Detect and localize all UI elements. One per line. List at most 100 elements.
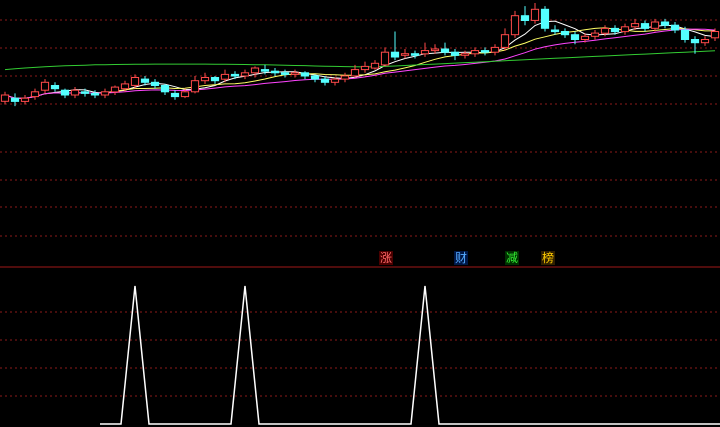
- chart-canvas: [0, 3, 720, 425]
- candle-body-up: [340, 75, 350, 80]
- candle: [470, 47, 480, 57]
- candle: [20, 94, 30, 105]
- candle: [210, 75, 220, 84]
- moving-average-60: [4, 50, 716, 71]
- candle-body-down: [660, 21, 670, 26]
- candle-body-up: [180, 91, 190, 98]
- candle: [310, 74, 320, 83]
- candle: [650, 18, 660, 32]
- candle: [490, 44, 500, 56]
- candle: [60, 88, 70, 99]
- candle-body-down: [480, 50, 490, 53]
- candle-body-up: [70, 89, 80, 96]
- candle-body-up: [40, 81, 50, 91]
- candle: [620, 23, 630, 35]
- candle-body-down: [270, 70, 280, 74]
- candle: [440, 42, 450, 56]
- candle: [70, 87, 80, 99]
- candlestick-series: [0, 3, 720, 107]
- candle-body-down: [570, 34, 580, 41]
- candle-body-down: [140, 78, 150, 83]
- candle: [270, 68, 280, 76]
- candle-body-down: [690, 39, 700, 44]
- stock-chart-window: 涨 财 减 榜: [0, 0, 720, 427]
- candle-body-down: [440, 48, 450, 53]
- candle-body-up: [500, 34, 510, 48]
- candle-body-up: [630, 23, 640, 28]
- candle: [560, 28, 570, 38]
- candle: [50, 82, 60, 92]
- candle-body-down: [50, 85, 60, 90]
- candle: [10, 93, 20, 107]
- candle: [660, 18, 670, 29]
- candle-body-up: [100, 91, 110, 96]
- candle: [370, 60, 380, 70]
- candle-body-up: [620, 26, 630, 33]
- candle-body-up: [130, 77, 140, 86]
- candle-body-down: [210, 77, 220, 82]
- candle: [170, 90, 180, 100]
- candle-body-up: [430, 48, 440, 52]
- indicator-line: [100, 285, 720, 425]
- candle: [540, 6, 550, 32]
- candle-body-down: [310, 75, 320, 80]
- candle-body-down: [540, 8, 550, 29]
- candle: [500, 28, 510, 51]
- candle-body-down: [10, 97, 20, 102]
- candle-body-down: [150, 81, 160, 87]
- candle-body-up: [250, 67, 260, 74]
- candle: [280, 69, 290, 78]
- candle-body-down: [640, 23, 650, 29]
- candle-body-up: [470, 50, 480, 55]
- candle-body-down: [80, 91, 90, 94]
- candle-body-up: [510, 15, 520, 36]
- candle-body-up: [530, 8, 540, 21]
- candle-body-up: [490, 46, 500, 53]
- candle: [200, 72, 210, 84]
- candle: [640, 20, 650, 32]
- candle-body-up: [590, 32, 600, 37]
- candle: [380, 47, 390, 67]
- candle: [400, 48, 410, 59]
- candle: [550, 25, 560, 35]
- candle: [160, 83, 170, 95]
- signal-label-bang: 榜: [541, 251, 555, 265]
- candle-body-up: [370, 62, 380, 69]
- candle-body-down: [450, 51, 460, 56]
- candle-body-up: [380, 51, 390, 66]
- candle-body-down: [320, 78, 330, 83]
- candle: [300, 71, 310, 80]
- candle: [700, 36, 710, 46]
- candle-body-up: [400, 53, 410, 56]
- candle-body-up: [200, 77, 210, 82]
- candle-body-up: [190, 80, 200, 93]
- candle-body-up: [460, 53, 470, 56]
- candle-body-down: [260, 69, 270, 72]
- candle-body-up: [700, 39, 710, 44]
- candle: [150, 79, 160, 89]
- candle-body-down: [300, 72, 310, 77]
- candle: [290, 69, 300, 78]
- candle-body-up: [600, 27, 610, 34]
- candle-body-down: [560, 31, 570, 36]
- candle-body-up: [650, 21, 660, 29]
- candle-body-down: [160, 85, 170, 93]
- candle: [340, 72, 350, 83]
- candle: [110, 85, 120, 95]
- candle-body-down: [410, 53, 420, 56]
- candle: [520, 6, 530, 26]
- candle-body-up: [30, 91, 40, 98]
- candle: [100, 88, 110, 99]
- candle-body-down: [230, 73, 240, 77]
- candle: [250, 66, 260, 78]
- candle-body-down: [520, 15, 530, 21]
- candle: [360, 61, 370, 73]
- candle-body-up: [710, 31, 720, 39]
- candle: [30, 88, 40, 100]
- indicator-panel: [100, 285, 720, 425]
- candle: [670, 22, 680, 34]
- signal-label-cai: 财: [454, 251, 468, 265]
- candle-body-up: [0, 94, 10, 102]
- candle-body-up: [420, 50, 430, 55]
- candle-body-up: [110, 86, 120, 93]
